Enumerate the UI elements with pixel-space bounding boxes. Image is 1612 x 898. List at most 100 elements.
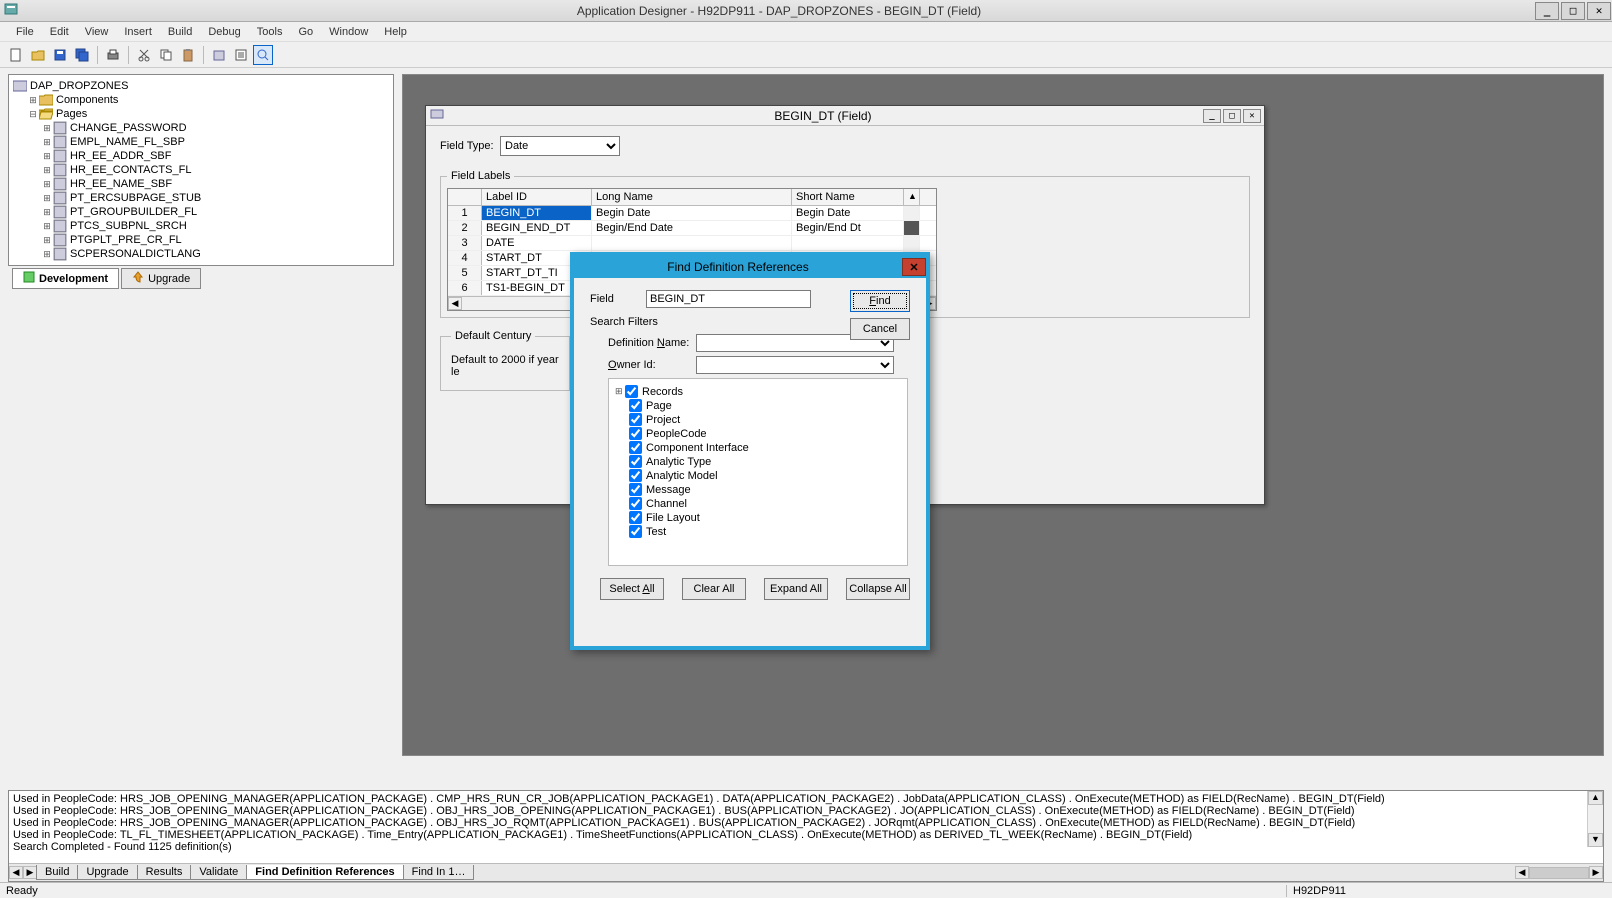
inner-minimize-button[interactable]: _ bbox=[1203, 109, 1221, 123]
check-message[interactable]: Message bbox=[615, 483, 901, 497]
expand-all-button[interactable]: Expand All bbox=[764, 578, 828, 600]
output-line[interactable]: Used in PeopleCode: HRS_JOB_OPENING_MANA… bbox=[13, 805, 1599, 817]
scroll-down-icon[interactable]: ▼ bbox=[1588, 833, 1603, 847]
properties-icon[interactable] bbox=[231, 45, 251, 65]
output-hscroll-left[interactable]: ◀ bbox=[1515, 866, 1529, 879]
tree-page[interactable]: ⊞PTCS_SUBPNL_SRCH bbox=[13, 219, 389, 233]
close-button[interactable]: ✕ bbox=[1587, 2, 1611, 20]
tab-validate[interactable]: Validate bbox=[190, 865, 247, 880]
minimize-button[interactable]: _ bbox=[1535, 2, 1559, 20]
checkbox[interactable] bbox=[629, 469, 642, 482]
output-line[interactable]: Used in PeopleCode: TL_FL_TIMESHEET(APPL… bbox=[13, 829, 1599, 841]
project-icon[interactable] bbox=[209, 45, 229, 65]
check-records[interactable]: ⊞Records bbox=[615, 385, 901, 399]
menu-debug[interactable]: Debug bbox=[200, 24, 248, 40]
menu-tools[interactable]: Tools bbox=[249, 24, 291, 40]
maximize-button[interactable]: □ bbox=[1561, 2, 1585, 20]
tree-folder-components[interactable]: ⊞ Components bbox=[13, 93, 389, 107]
grid-scroll-up[interactable]: ▲ bbox=[904, 189, 920, 205]
menu-edit[interactable]: Edit bbox=[42, 24, 77, 40]
cancel-button[interactable]: Cancel bbox=[850, 318, 910, 340]
find-button[interactable]: Find bbox=[850, 290, 910, 312]
tree-page[interactable]: ⊞PTGPLT_PRE_CR_FL bbox=[13, 233, 389, 247]
output-vscroll[interactable]: ▲ ▼ bbox=[1587, 791, 1603, 847]
collapse-all-button[interactable]: Collapse All bbox=[846, 578, 910, 600]
new-icon[interactable] bbox=[6, 45, 26, 65]
tree-root[interactable]: DAP_DROPZONES bbox=[13, 79, 389, 93]
tab-scroll-left[interactable]: ◀ bbox=[9, 866, 23, 879]
references-icon[interactable] bbox=[253, 45, 273, 65]
tab-upgrade-out[interactable]: Upgrade bbox=[77, 865, 137, 880]
check-peoplecode[interactable]: PeopleCode bbox=[615, 427, 901, 441]
inner-close-button[interactable]: ✕ bbox=[1243, 109, 1261, 123]
tab-build[interactable]: Build bbox=[36, 865, 78, 880]
checkbox[interactable] bbox=[629, 455, 642, 468]
grid-col-shortname[interactable]: Short Name bbox=[792, 189, 904, 205]
menu-insert[interactable]: Insert bbox=[116, 24, 160, 40]
grid-row[interactable]: 1BEGIN_DTBegin DateBegin Date bbox=[448, 206, 936, 221]
checkbox[interactable] bbox=[629, 441, 642, 454]
checkbox[interactable] bbox=[629, 497, 642, 510]
grid-row[interactable]: 2BEGIN_END_DTBegin/End DateBegin/End Dt bbox=[448, 221, 936, 236]
menu-go[interactable]: Go bbox=[290, 24, 321, 40]
inner-maximize-button[interactable]: □ bbox=[1223, 109, 1241, 123]
collapse-icon[interactable]: ⊟ bbox=[27, 109, 39, 120]
menu-help[interactable]: Help bbox=[376, 24, 415, 40]
scroll-up-icon[interactable]: ▲ bbox=[1588, 791, 1603, 805]
tree-page[interactable]: ⊞HR_EE_NAME_SBF bbox=[13, 177, 389, 191]
tree-folder-pages[interactable]: ⊟ Pages bbox=[13, 107, 389, 121]
check-analytic-model[interactable]: Analytic Model bbox=[615, 469, 901, 483]
select-all-button[interactable]: Select All bbox=[600, 578, 664, 600]
output-hscroll-right[interactable]: ▶ bbox=[1589, 866, 1603, 879]
dialog-close-button[interactable]: ✕ bbox=[902, 258, 926, 276]
check-test[interactable]: Test bbox=[615, 525, 901, 539]
expand-icon[interactable]: ⊞ bbox=[615, 386, 625, 397]
tree-page[interactable]: ⊞HR_EE_ADDR_SBF bbox=[13, 149, 389, 163]
grid-row[interactable]: 3DATE bbox=[448, 236, 936, 251]
check-file-layout[interactable]: File Layout bbox=[615, 511, 901, 525]
checkbox[interactable] bbox=[629, 483, 642, 496]
grid-col-longname[interactable]: Long Name bbox=[592, 189, 792, 205]
checkbox[interactable] bbox=[629, 525, 642, 538]
grid-col-index[interactable] bbox=[448, 189, 482, 205]
checkbox[interactable] bbox=[629, 511, 642, 524]
clear-all-button[interactable]: Clear All bbox=[682, 578, 746, 600]
grid-scroll-left[interactable]: ◀ bbox=[448, 297, 462, 310]
menu-build[interactable]: Build bbox=[160, 24, 200, 40]
tree-page[interactable]: ⊞PT_GROUPBUILDER_FL bbox=[13, 205, 389, 219]
tab-development[interactable]: Development bbox=[12, 268, 119, 289]
save-icon[interactable] bbox=[50, 45, 70, 65]
output-line[interactable]: Search Completed - Found 1125 definition… bbox=[13, 841, 1599, 853]
tab-scroll-right[interactable]: ▶ bbox=[23, 866, 37, 879]
output-lines[interactable]: Used in PeopleCode: HRS_JOB_OPENING_MANA… bbox=[9, 791, 1603, 863]
checkbox[interactable] bbox=[629, 427, 642, 440]
check-project[interactable]: Project bbox=[615, 413, 901, 427]
tree-page[interactable]: ⊞HR_EE_CONTACTS_FL bbox=[13, 163, 389, 177]
field-type-select[interactable]: Date bbox=[500, 136, 620, 156]
definition-types-tree[interactable]: ⊞Records Page Project PeopleCode Compone… bbox=[608, 378, 908, 566]
checkbox[interactable] bbox=[625, 385, 638, 398]
copy-icon[interactable] bbox=[156, 45, 176, 65]
output-line[interactable]: Used in PeopleCode: HRS_JOB_OPENING_MANA… bbox=[13, 817, 1599, 829]
tree-page[interactable]: ⊞SCPERSONALDICTLANG bbox=[13, 247, 389, 261]
check-channel[interactable]: Channel bbox=[615, 497, 901, 511]
print-icon[interactable] bbox=[103, 45, 123, 65]
project-tree[interactable]: DAP_DROPZONES ⊞ Components ⊟ Pages ⊞CHAN… bbox=[9, 75, 393, 265]
menu-window[interactable]: Window bbox=[321, 24, 376, 40]
paste-icon[interactable] bbox=[178, 45, 198, 65]
tab-find-references[interactable]: Find Definition References bbox=[246, 865, 403, 880]
check-ci[interactable]: Component Interface bbox=[615, 441, 901, 455]
checkbox[interactable] bbox=[629, 413, 642, 426]
cut-icon[interactable] bbox=[134, 45, 154, 65]
tab-upgrade[interactable]: Upgrade bbox=[121, 268, 201, 289]
tree-page[interactable]: ⊞EMPL_NAME_FL_SBP bbox=[13, 135, 389, 149]
menu-file[interactable]: File bbox=[8, 24, 42, 40]
tree-page[interactable]: ⊞PT_ERCSUBPAGE_STUB bbox=[13, 191, 389, 205]
grid-col-labelid[interactable]: Label ID bbox=[482, 189, 592, 205]
tree-page[interactable]: ⊞CHANGE_PASSWORD bbox=[13, 121, 389, 135]
checkbox[interactable] bbox=[629, 399, 642, 412]
check-page[interactable]: Page bbox=[615, 399, 901, 413]
open-icon[interactable] bbox=[28, 45, 48, 65]
save-all-icon[interactable] bbox=[72, 45, 92, 65]
output-line[interactable]: Used in PeopleCode: HRS_JOB_OPENING_MANA… bbox=[13, 793, 1599, 805]
